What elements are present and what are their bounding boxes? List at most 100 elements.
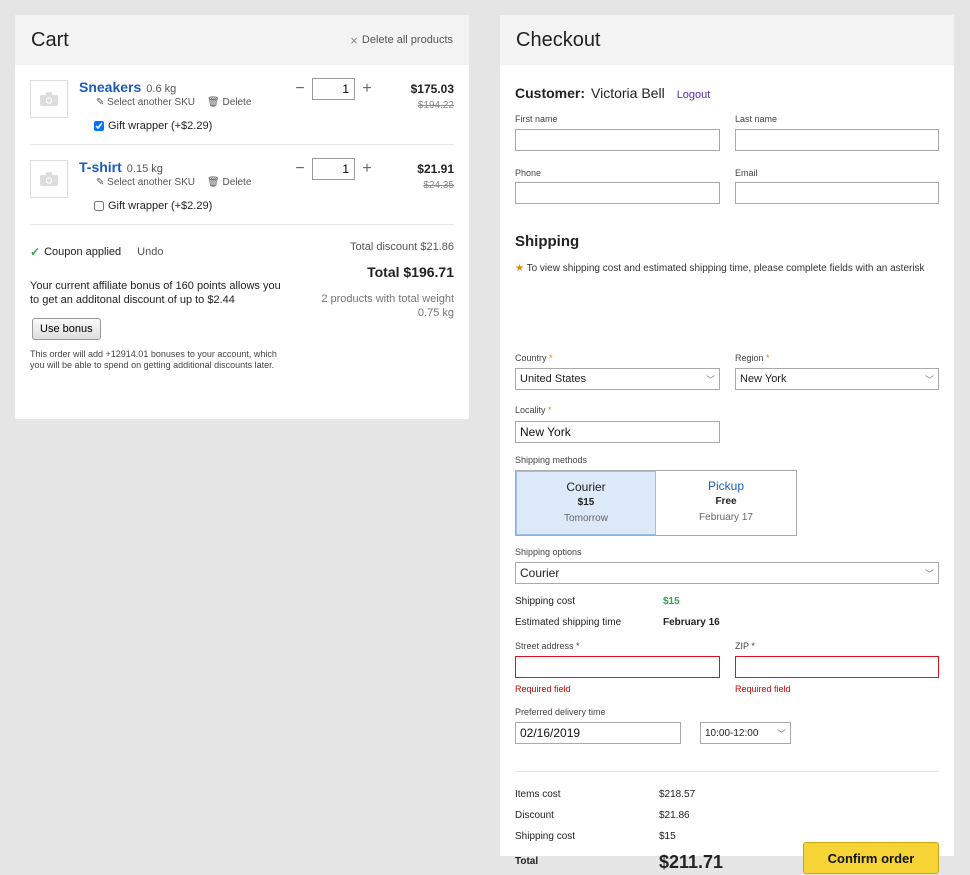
estimated-time-label: Estimated shipping time: [515, 617, 622, 628]
product-name[interactable]: T-shirt: [79, 159, 122, 175]
total-discount: Total discount $21.86: [350, 241, 454, 253]
plus-icon[interactable]: +: [361, 80, 373, 98]
shipping-note: ★ To view shipping cost and estimated sh…: [515, 262, 939, 276]
bonus-note: This order will add +12914.01 bonuses to…: [30, 349, 277, 370]
method-date: February 17: [699, 512, 753, 523]
delete-item-button[interactable]: 🗑 Delete: [207, 177, 251, 188]
shipping-cost-value: $15: [663, 596, 680, 607]
items-cost-label: Items cost: [515, 789, 561, 800]
first-name-field[interactable]: [515, 129, 720, 151]
delete-all-button[interactable]: × Delete all products: [350, 33, 453, 48]
delete-label: Delete: [222, 177, 252, 188]
checkmark-icon: ✓: [30, 245, 41, 259]
cart-item: T-shirt 0.15 kg ✎ Select another SKU 🗑 De…: [30, 145, 454, 225]
gift-wrapper-option[interactable]: Gift wrapper (+$2.29): [94, 120, 212, 132]
region-value: New York: [740, 373, 787, 385]
chevron-down-icon: ﹀: [776, 728, 786, 739]
phone-label: Phone: [515, 168, 542, 178]
email-field[interactable]: [735, 182, 939, 204]
method-name: Courier: [566, 480, 606, 494]
product-weight: 0.6 kg: [146, 83, 177, 95]
confirm-order-button[interactable]: Confirm order: [803, 842, 939, 874]
checkout-header: Checkout: [500, 15, 954, 65]
summary-shipping-label: Shipping cost: [515, 831, 576, 842]
shipping-options-select[interactable]: Courier ﹀: [515, 562, 939, 584]
undo-coupon-link[interactable]: Undo: [137, 246, 163, 258]
shipping-title: Shipping: [515, 233, 580, 250]
street-address-field[interactable]: [515, 656, 720, 678]
order-total-value: $211.71: [659, 852, 724, 872]
delete-all-label: Delete all products: [361, 34, 453, 46]
pencil-icon: ✎: [96, 177, 105, 188]
shipping-note-text: To view shipping cost and estimated ship…: [526, 263, 925, 274]
plus-icon[interactable]: +: [361, 160, 373, 178]
summary-shipping-value: $15: [659, 831, 676, 842]
locality-field[interactable]: [515, 421, 720, 443]
gift-wrapper-label: Gift wrapper (+$2.29): [108, 200, 213, 212]
product-name-link[interactable]: T-shirt 0.15 kg: [79, 159, 163, 175]
phone-field[interactable]: [515, 182, 720, 204]
cart-summary: ✓ Coupon applied Undo Total discount $21…: [30, 225, 454, 395]
asterisk-icon: ★: [515, 263, 524, 274]
gift-wrapper-checkbox[interactable]: [94, 121, 104, 131]
close-icon: ×: [350, 32, 358, 48]
delivery-slot-select[interactable]: 10:00-12:00 ﹀: [700, 722, 791, 744]
shipping-cost-label: Shipping cost: [515, 596, 576, 607]
last-name-field[interactable]: [735, 129, 939, 151]
logout-link[interactable]: Logout: [677, 89, 711, 101]
shipping-methods: Courier $15 Tomorrow Pickup Free Februar…: [515, 470, 797, 536]
street-label-text: Street address: [515, 641, 574, 651]
select-sku-link[interactable]: ✎ Select another SKU: [96, 177, 195, 188]
zip-label-text: ZIP: [735, 641, 749, 651]
shipping-method-courier[interactable]: Courier $15 Tomorrow: [516, 471, 656, 535]
method-price: Free: [715, 496, 737, 507]
pencil-icon: ✎: [96, 97, 105, 108]
gift-wrapper-checkbox[interactable]: [94, 201, 104, 211]
discount-label: Discount: [515, 810, 554, 821]
delete-label: Delete: [222, 97, 252, 108]
shipping-options-label: Shipping options: [515, 547, 582, 557]
discount-value: $21.86: [659, 810, 690, 821]
cart-header: Cart × Delete all products: [15, 15, 469, 65]
shipping-methods-label: Shipping methods: [515, 455, 588, 465]
region-select[interactable]: New York ﹀: [735, 368, 939, 390]
cart-title: Cart: [31, 28, 69, 51]
chevron-down-icon: ﹀: [705, 374, 715, 385]
method-price: $15: [577, 497, 595, 508]
zip-error: Required field: [735, 684, 791, 694]
region-label-text: Region: [735, 353, 764, 363]
quantity-input[interactable]: [312, 78, 355, 100]
product-image: [30, 80, 68, 118]
gift-wrapper-option[interactable]: Gift wrapper (+$2.29): [94, 200, 212, 212]
shipping-options-value: Courier: [520, 566, 560, 580]
minus-icon[interactable]: −: [294, 160, 306, 178]
delivery-slot-value: 10:00-12:00: [705, 727, 759, 739]
affiliate-bonus-text: Your current affiliate bonus of 160 poin…: [30, 280, 281, 306]
select-sku-link[interactable]: ✎ Select another SKU: [96, 97, 195, 108]
select-sku-label: Select another SKU: [107, 97, 195, 108]
product-weight: 0.15 kg: [126, 163, 163, 175]
current-price: $21.91: [417, 162, 454, 176]
customer-row: Customer: Victoria Bell Logout: [515, 85, 710, 101]
country-select[interactable]: United States ﹀: [515, 368, 720, 390]
region-label: Region *: [735, 353, 770, 363]
zip-field[interactable]: [735, 656, 939, 678]
divider: [515, 771, 939, 772]
items-cost-value: $218.57: [659, 789, 696, 800]
delivery-date-field[interactable]: [515, 722, 681, 744]
chevron-down-icon: ﹀: [924, 374, 934, 385]
quantity-input[interactable]: [312, 158, 355, 180]
camera-icon: [40, 172, 58, 186]
locality-label-text: Locality: [515, 405, 546, 415]
delete-item-button[interactable]: 🗑 Delete: [207, 97, 251, 108]
minus-icon[interactable]: −: [294, 80, 306, 98]
product-name-link[interactable]: Sneakers 0.6 kg: [79, 79, 176, 95]
order-total-label: Total: [515, 856, 539, 867]
country-label-text: Country: [515, 353, 547, 363]
product-name[interactable]: Sneakers: [79, 79, 141, 95]
camera-icon: [40, 92, 58, 106]
cart-total: Total $196.71: [367, 264, 454, 280]
use-bonus-button[interactable]: Use bonus: [32, 318, 101, 340]
shipping-method-pickup[interactable]: Pickup Free February 17: [656, 471, 796, 535]
cart-item: Sneakers 0.6 kg ✎ Select another SKU 🗑 De…: [30, 65, 454, 145]
